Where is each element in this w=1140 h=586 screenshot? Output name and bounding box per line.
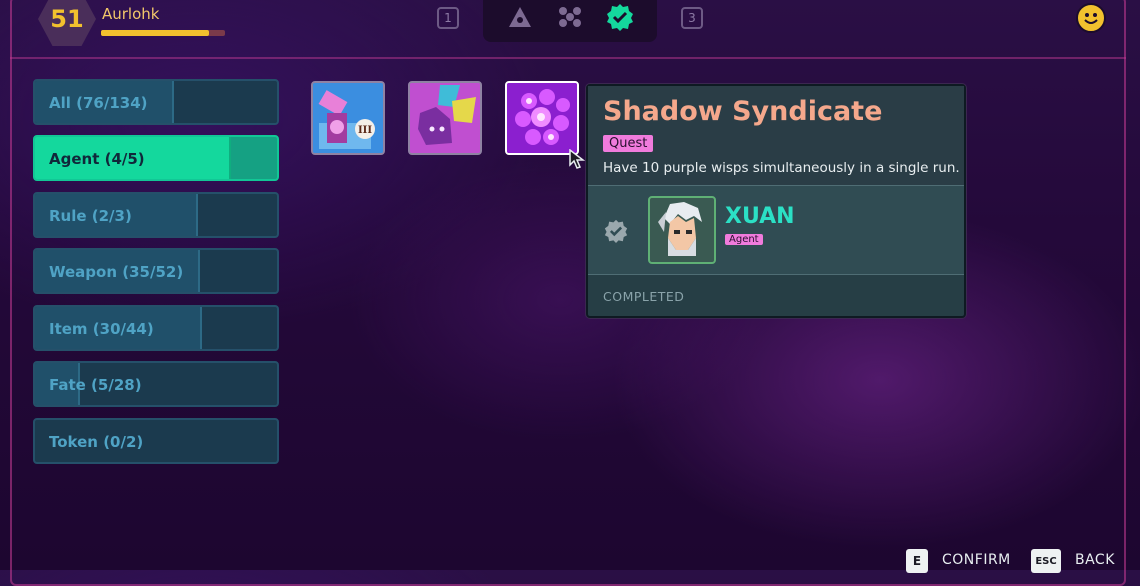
card-purple-wisps[interactable] <box>505 81 579 155</box>
confirm-label[interactable]: CONFIRM <box>942 552 1011 568</box>
header-divider <box>10 57 1126 59</box>
card-purple-cat[interactable] <box>408 81 482 155</box>
quest-tag: Quest <box>603 135 654 152</box>
category-label: Item (30/44) <box>49 320 154 338</box>
tooltip-divider <box>588 274 964 275</box>
purple-wisps-icon <box>507 83 577 153</box>
level-number: 51 <box>50 5 84 33</box>
achievement-title: Shadow Syndicate <box>603 96 883 127</box>
achievement-description: Have 10 purple wisps simultaneously in a… <box>603 160 960 176</box>
category-token[interactable]: Token (0/2) <box>33 418 279 464</box>
confirm-key[interactable]: E <box>906 549 928 573</box>
reward-agent-row: XUAN Agent <box>588 186 964 274</box>
completed-check-icon <box>604 219 628 243</box>
xp-bar <box>101 30 225 36</box>
category-label: Fate (5/28) <box>49 376 142 394</box>
category-label: Weapon (35/52) <box>49 263 184 281</box>
category-label: Agent (4/5) <box>49 150 145 168</box>
category-rule[interactable]: Rule (2/3) <box>33 192 279 238</box>
agent-name: XUAN <box>725 204 795 229</box>
category-weapon[interactable]: Weapon (35/52) <box>33 248 279 294</box>
category-item[interactable]: Item (30/44) <box>33 305 279 351</box>
agent-tag: Agent <box>725 234 763 245</box>
card-badge: III <box>358 125 372 136</box>
category-label: All (76/134) <box>49 94 148 112</box>
back-key[interactable]: ESC <box>1031 549 1061 573</box>
mouse-cursor-icon <box>569 148 586 173</box>
category-label: Token (0/2) <box>49 433 144 451</box>
tab-prev-hotkey[interactable]: 1 <box>437 7 459 29</box>
category-agent[interactable]: Agent (4/5) <box>33 135 279 181</box>
check-badge-icon[interactable] <box>605 4 635 31</box>
xp-bar-fill <box>101 30 209 36</box>
top-tab-bar <box>483 0 657 42</box>
smiley-icon[interactable] <box>1076 3 1106 33</box>
achievement-tooltip: Shadow Syndicate Quest Have 10 purple wi… <box>586 84 966 318</box>
category-label: Rule (2/3) <box>49 207 132 225</box>
nodes-icon[interactable] <box>555 4 585 30</box>
back-label[interactable]: BACK <box>1075 552 1115 568</box>
completion-status: COMPLETED <box>603 289 685 304</box>
tab-next-hotkey[interactable]: 3 <box>681 7 703 29</box>
card-robot-arm[interactable]: III <box>311 81 385 155</box>
category-all[interactable]: All (76/134) <box>33 79 279 125</box>
triangle-eye-icon[interactable] <box>505 4 535 30</box>
category-fate[interactable]: Fate (5/28) <box>33 361 279 407</box>
purple-cat-icon <box>410 83 480 153</box>
agent-portrait <box>648 196 716 264</box>
player-name: Aurlohk <box>102 5 160 23</box>
robot-arm-icon: III <box>313 83 383 153</box>
